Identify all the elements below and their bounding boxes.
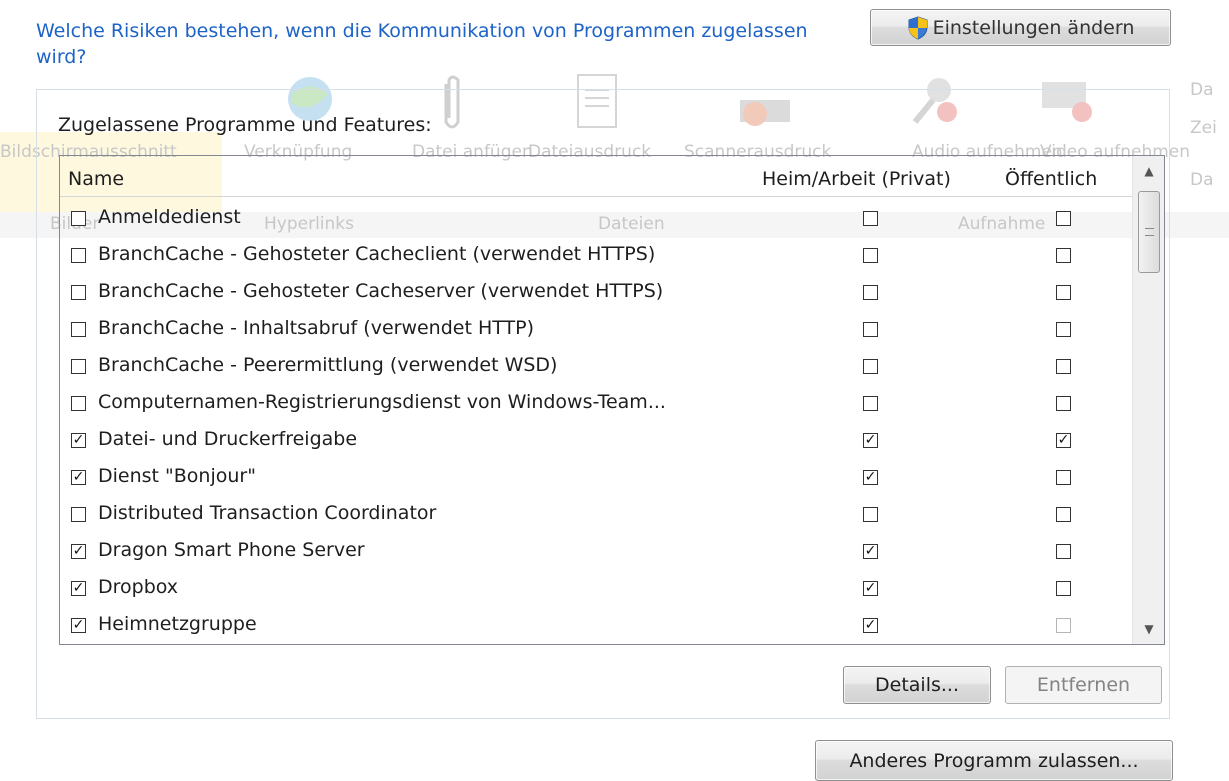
list-item[interactable]: Distributed Transaction Coordinator [60,497,1132,534]
program-name: BranchCache - Gehosteter Cacheclient (ve… [98,243,656,265]
program-name: Heimnetzgruppe [98,613,257,635]
column-header-private[interactable]: Heim/Arbeit (Privat) [762,168,951,190]
public-checkbox[interactable] [1056,581,1071,596]
public-checkbox[interactable] [1056,211,1071,226]
private-checkbox[interactable] [863,507,878,522]
list-item[interactable]: Computernamen-Registrierungsdienst von W… [60,386,1132,423]
private-checkbox[interactable] [863,211,878,226]
enabled-checkbox[interactable]: ✓ [71,544,86,559]
enabled-checkbox[interactable] [71,322,86,337]
public-checkbox[interactable] [1056,285,1071,300]
public-checkbox[interactable] [1056,544,1071,559]
private-checkbox[interactable] [863,396,878,411]
vertical-scrollbar[interactable]: ▲ ▼ [1132,156,1164,644]
private-checkbox[interactable]: ✓ [863,618,878,633]
ribbon-side-item: Da [1190,170,1214,190]
public-checkbox[interactable] [1056,618,1071,633]
ribbon-side-item: Da [1190,80,1214,100]
program-name: BranchCache - Gehosteter Cacheserver (ve… [98,280,664,302]
list-item[interactable]: ✓ Dienst "Bonjour" ✓ [60,460,1132,497]
program-name: Dienst "Bonjour" [98,465,256,487]
program-name: Anmeldedienst [98,206,241,228]
program-name: BranchCache - Inhaltsabruf (verwendet HT… [98,317,534,339]
private-checkbox[interactable] [863,285,878,300]
enabled-checkbox[interactable] [71,396,86,411]
details-button[interactable]: Details... [843,666,991,704]
allowed-programs-list[interactable]: Name Heim/Arbeit (Privat) Öffentlich Anm… [59,155,1165,645]
enabled-checkbox[interactable] [71,211,86,226]
enabled-checkbox[interactable]: ✓ [71,470,86,485]
list-item[interactable]: ✓ Datei- und Druckerfreigabe ✓ ✓ [60,423,1132,460]
private-checkbox[interactable] [863,322,878,337]
public-checkbox[interactable] [1056,322,1071,337]
ribbon-side-item: Zei [1190,118,1217,138]
program-name: Distributed Transaction Coordinator [98,502,437,524]
allow-other-program-button[interactable]: Anderes Programm zulassen... [815,740,1173,781]
scroll-up-arrow-icon[interactable]: ▲ [1133,156,1164,186]
list-item[interactable]: BranchCache - Inhaltsabruf (verwendet HT… [60,312,1132,349]
private-checkbox[interactable]: ✓ [863,433,878,448]
list-item[interactable]: BranchCache - Gehosteter Cacheclient (ve… [60,238,1132,275]
list-item[interactable]: ✓ Heimnetzgruppe ✓ [60,608,1132,644]
scroll-down-arrow-icon[interactable]: ▼ [1133,614,1164,644]
column-header-public[interactable]: Öffentlich [1005,168,1097,190]
allowed-programs-title: Zugelassene Programme und Features: [58,114,432,136]
enabled-checkbox[interactable]: ✓ [71,581,86,596]
list-item[interactable]: BranchCache - Peerermittlung (verwendet … [60,349,1132,386]
program-name: BranchCache - Peerermittlung (verwendet … [98,354,558,376]
private-checkbox[interactable]: ✓ [863,470,878,485]
public-checkbox[interactable] [1056,359,1071,374]
private-checkbox[interactable] [863,248,878,263]
change-settings-button[interactable]: Einstellungen ändern [870,9,1171,46]
list-item[interactable]: ✓ Dragon Smart Phone Server ✓ [60,534,1132,571]
public-checkbox[interactable] [1056,470,1071,485]
scroll-thumb[interactable] [1138,191,1160,273]
enabled-checkbox[interactable]: ✓ [71,433,86,448]
enabled-checkbox[interactable]: ✓ [71,618,86,633]
enabled-checkbox[interactable] [71,248,86,263]
public-checkbox[interactable] [1056,396,1071,411]
enabled-checkbox[interactable] [71,359,86,374]
private-checkbox[interactable]: ✓ [863,544,878,559]
public-checkbox[interactable] [1056,507,1071,522]
program-name: Dropbox [98,576,179,598]
program-name: Computernamen-Registrierungsdienst von W… [98,391,666,413]
change-settings-label: Einstellungen ändern [932,16,1135,39]
scroll-grip-icon [1145,228,1154,236]
enabled-checkbox[interactable] [71,285,86,300]
column-header-name[interactable]: Name [68,168,124,190]
list-header: Name Heim/Arbeit (Privat) Öffentlich [60,156,1132,197]
program-name: Datei- und Druckerfreigabe [98,428,358,450]
uac-shield-icon [908,15,928,40]
risk-info-link[interactable]: Welche Risiken bestehen, wenn die Kommun… [36,18,816,70]
program-name: Dragon Smart Phone Server [98,539,365,561]
private-checkbox[interactable]: ✓ [863,581,878,596]
private-checkbox[interactable] [863,359,878,374]
public-checkbox[interactable] [1056,248,1071,263]
list-item[interactable]: ✓ Dropbox ✓ [60,571,1132,608]
remove-button[interactable]: Entfernen [1005,666,1162,704]
enabled-checkbox[interactable] [71,507,86,522]
public-checkbox[interactable]: ✓ [1056,433,1071,448]
list-item[interactable]: BranchCache - Gehosteter Cacheserver (ve… [60,275,1132,312]
list-item[interactable]: Anmeldedienst [60,201,1132,238]
